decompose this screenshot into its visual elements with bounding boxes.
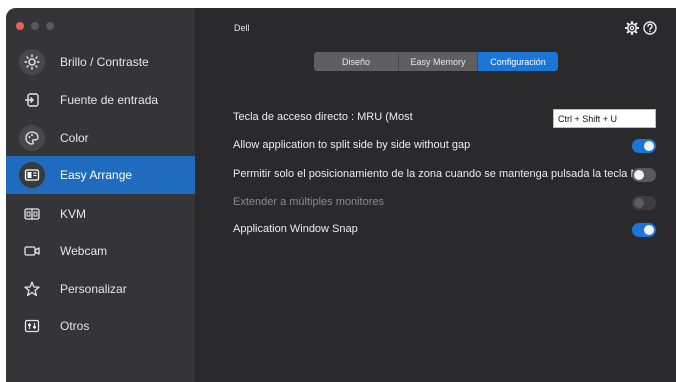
main-panel: Dell Diseño Easy Memory Configuración Te… [195,8,676,382]
webcam-icon [22,241,42,261]
sidebar-item-label: Fuente de entrada [60,93,159,107]
toggle-knob [644,141,654,151]
zoom-window-button[interactable] [46,22,54,30]
sidebar-item-label: Webcam [60,244,108,258]
kvm-icon [22,204,42,224]
input-source-icon [22,90,42,110]
gear-icon[interactable] [624,20,640,36]
sidebar-item-label: KVM [60,207,87,221]
sidebar-item-brillo-contraste[interactable]: Brillo / Contraste [6,44,195,80]
sidebar-item-color[interactable]: Color [6,120,195,156]
star-icon [22,279,42,299]
sidebar-item-label: Brillo / Contraste [60,55,149,69]
sidebar-item-label: Easy Arrange [60,168,133,182]
layout-icon [19,162,45,188]
help-icon[interactable] [643,21,657,35]
sidebar: Brillo / Contraste Fuente de entrada Col… [6,8,195,382]
sidebar-item-label: Personalizar [60,282,127,296]
tab-bar: Diseño Easy Memory Configuración [314,52,558,71]
others-icon [22,316,42,336]
hotkey-label: Tecla de acceso directo : MRU (Most [233,111,413,123]
tab-diseno[interactable]: Diseño [314,52,399,71]
window-snap-toggle[interactable] [632,223,656,237]
palette-icon [19,125,45,151]
window-snap-label: Application Window Snap [233,223,358,235]
sidebar-item-kvm[interactable]: KVM [6,196,195,232]
sidebar-item-webcam[interactable]: Webcam [6,233,195,269]
sidebar-item-label: Color [60,131,89,145]
hotkey-input[interactable]: Ctrl + Shift + U [553,109,656,128]
split-no-gap-toggle[interactable] [632,139,656,153]
toggle-knob [634,198,644,208]
split-no-gap-label: Allow application to split side by side … [233,139,471,151]
tab-configuracion[interactable]: Configuración [478,52,558,71]
zone-hold-key-label: Permitir solo el posicionamiento de la z… [233,168,647,180]
extend-monitors-label: Extender a múltiples monitores [233,196,385,208]
tab-easy-memory[interactable]: Easy Memory [399,52,478,71]
zone-hold-key-toggle[interactable] [632,168,656,182]
app-title: Dell [234,23,250,33]
sidebar-item-label: Otros [60,319,90,333]
sidebar-item-fuente-de-entrada[interactable]: Fuente de entrada [6,82,195,118]
minimize-window-button[interactable] [31,22,39,30]
sun-icon [19,49,45,75]
sidebar-item-easy-arrange[interactable]: Easy Arrange [6,156,195,194]
app-window: Brillo / Contraste Fuente de entrada Col… [6,8,676,382]
toggle-knob [644,225,654,235]
extend-monitors-toggle [632,196,656,210]
sidebar-item-otros[interactable]: Otros [6,308,195,344]
toggle-knob [634,170,644,180]
sidebar-item-personalizar[interactable]: Personalizar [6,271,195,307]
close-window-button[interactable] [16,22,24,30]
